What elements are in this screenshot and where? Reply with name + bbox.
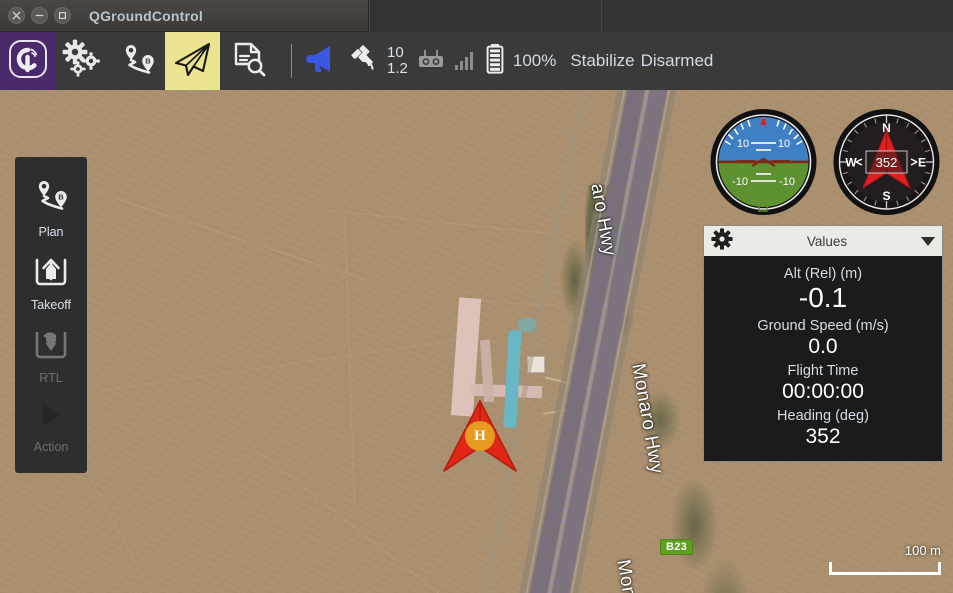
toolbar-tab-app-logo[interactable] — [0, 32, 55, 90]
value-label-ground-speed: Ground Speed (m/s) — [757, 318, 889, 334]
flight-tool-action[interactable]: Action — [15, 392, 87, 461]
attitude-indicator[interactable]: 10 10 -10 -10 — [703, 103, 824, 221]
svg-text:-10: -10 — [732, 176, 748, 188]
svg-text:E: E — [918, 156, 926, 170]
megaphone-icon — [304, 42, 340, 81]
toolbar-tab-fly[interactable] — [165, 32, 220, 90]
titlebar-right-region — [368, 0, 953, 32]
flight-tool-label: Plan — [38, 225, 64, 239]
minimize-icon[interactable] — [31, 7, 48, 24]
gps-hdop-value: 1.2 — [387, 60, 408, 77]
route-shield-badge: B23 — [660, 539, 694, 555]
home-position-badge: H — [465, 421, 495, 451]
map-scale-line — [829, 562, 941, 575]
value-label-alt: Alt (Rel) (m) — [783, 266, 863, 282]
armed-state-label[interactable]: Disarmed — [641, 51, 714, 71]
title-bar: QGroundControl — [0, 0, 953, 32]
play-triangle-icon — [34, 400, 68, 435]
flight-tool-strip: B Plan Takeoff RTL Action — [15, 157, 87, 473]
flight-tool-plan[interactable]: B Plan — [15, 167, 87, 246]
svg-text:S: S — [882, 189, 890, 203]
svg-text:10: 10 — [737, 138, 749, 150]
flight-tool-rtl[interactable]: RTL — [15, 319, 87, 392]
paper-plane-icon — [172, 39, 214, 84]
takeoff-arrow-icon — [33, 254, 69, 293]
map-scale-bar: 100 m — [829, 543, 941, 575]
values-panel-body: Alt (Rel) (m) -0.1 Ground Speed (m/s) 0.… — [704, 256, 942, 461]
plan-waypoints-icon: A B — [118, 39, 158, 84]
map-scale-label: 100 m — [904, 543, 941, 558]
toolbar-battery-indicator[interactable]: 100% — [484, 42, 562, 81]
battery-icon — [484, 42, 506, 81]
compass-indicator[interactable]: N E S W 352 — [826, 103, 947, 221]
svg-text:10: 10 — [778, 138, 790, 150]
chevron-down-icon[interactable] — [921, 236, 935, 246]
vehicle-marker[interactable]: H — [437, 398, 523, 478]
toolbar-telemetry-indicator[interactable] — [454, 47, 476, 76]
toolbar-divider — [291, 44, 292, 78]
value-label-heading: Heading (deg) — [777, 408, 869, 424]
values-panel-header[interactable]: Values — [704, 226, 942, 256]
flight-mode-label[interactable]: Stabilize — [570, 51, 634, 71]
gear-icon[interactable] — [711, 227, 733, 255]
main-toolbar: A B 10 1.2 100% Stabilize Disarmed — [0, 32, 953, 90]
gps-satellite-count: 10 — [387, 44, 404, 62]
value-reading-flight-time: 00:00:00 — [782, 380, 864, 403]
toolbar-tab-settings[interactable] — [55, 32, 110, 90]
rc-controller-icon — [416, 44, 446, 79]
close-icon[interactable] — [8, 7, 25, 24]
maximize-icon[interactable] — [54, 7, 71, 24]
values-panel-title: Values — [806, 233, 848, 249]
flight-tool-label: Action — [33, 440, 69, 454]
toolbar-tab-analyze[interactable] — [220, 32, 275, 90]
return-to-launch-icon — [33, 327, 69, 366]
document-search-icon — [228, 39, 268, 84]
value-reading-alt: -0.1 — [798, 282, 848, 313]
flight-tool-takeoff[interactable]: Takeoff — [15, 246, 87, 319]
svg-text:B: B — [58, 192, 64, 201]
plan-waypoints-icon: B — [30, 175, 72, 220]
toolbar-rc-indicator[interactable] — [416, 44, 446, 79]
svg-text:B: B — [145, 56, 151, 65]
satellite-icon — [348, 42, 382, 81]
battery-percent-label: 100% — [512, 51, 557, 70]
svg-text:W: W — [845, 156, 857, 170]
value-reading-ground-speed: 0.0 — [808, 335, 838, 358]
value-label-flight-time: Flight Time — [787, 363, 859, 379]
signal-bars-icon — [454, 47, 476, 76]
toolbar-tab-plan[interactable]: A B — [110, 32, 165, 90]
window-title: QGroundControl — [89, 7, 204, 24]
svg-text:-10: -10 — [779, 176, 795, 188]
qgc-logo-icon — [8, 39, 48, 84]
instrument-cluster: 10 10 -10 -10 N E S W 352 — [703, 103, 947, 221]
qgroundcontrol-window: QGroundControl A B 10 1.2 100% Stabilize… — [0, 0, 953, 593]
flight-tool-label: RTL — [39, 371, 63, 385]
values-panel: Values Alt (Rel) (m) -0.1 Ground Speed (… — [703, 225, 943, 462]
flight-tool-label: Takeoff — [30, 298, 72, 312]
gears-icon — [62, 39, 104, 84]
toolbar-messages-indicator[interactable] — [304, 42, 340, 81]
toolbar-gps-indicator[interactable]: 10 1.2 — [348, 42, 408, 81]
value-reading-heading: 352 — [805, 425, 841, 448]
compass-heading-value: 352 — [876, 155, 898, 170]
